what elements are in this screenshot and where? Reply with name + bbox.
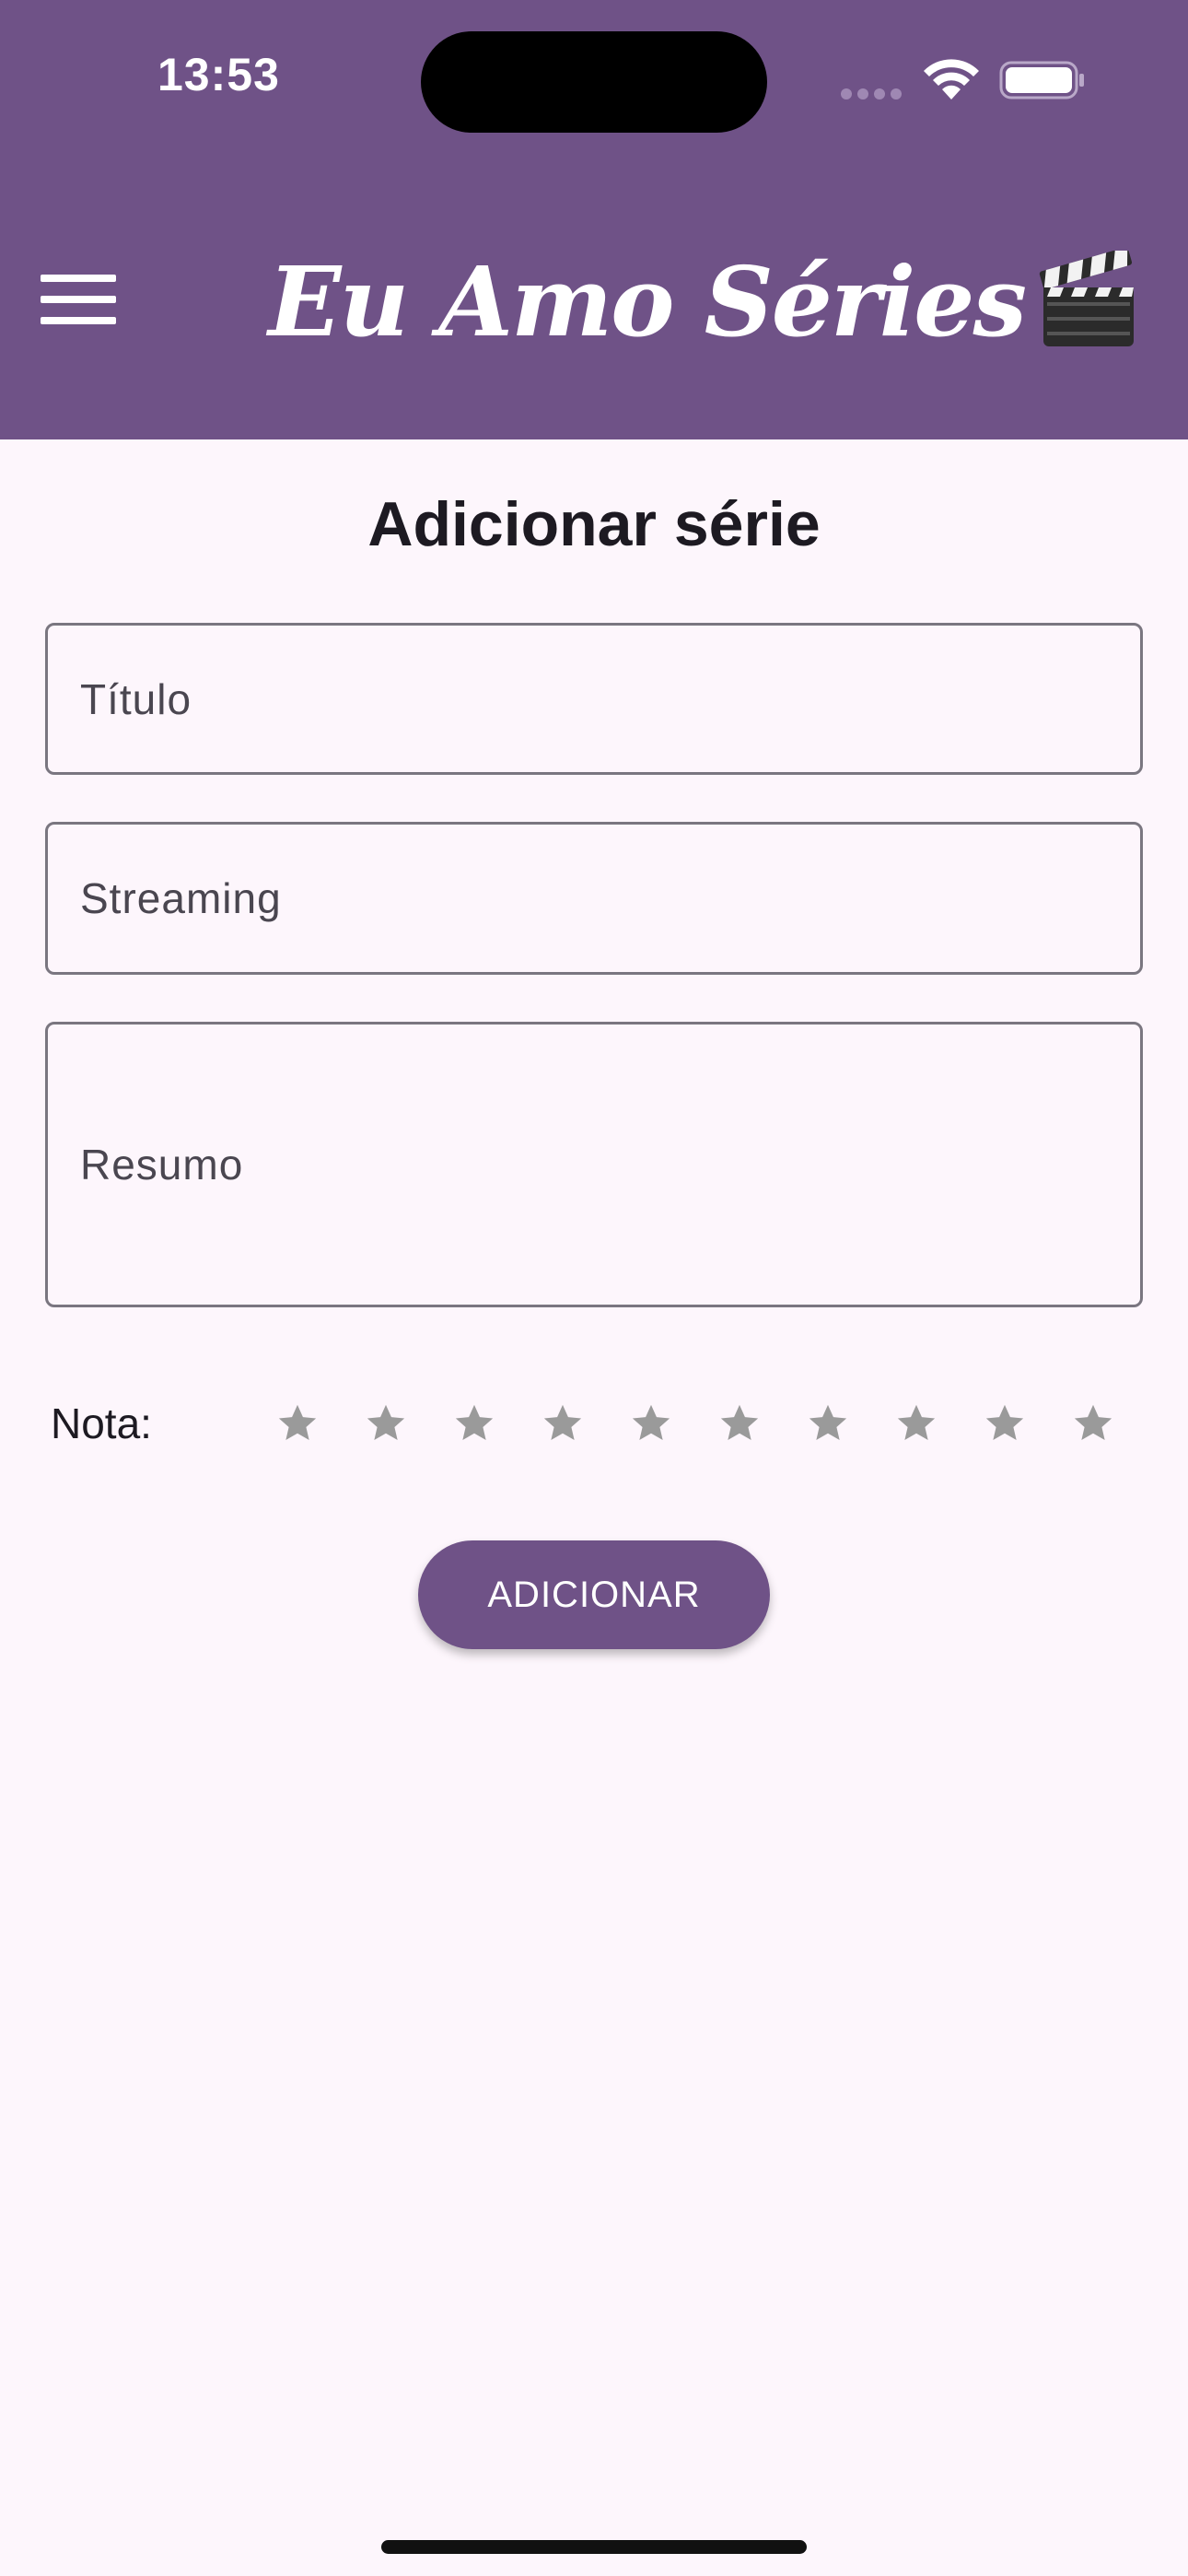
star-icon[interactable] [253,1382,342,1465]
dynamic-island [421,31,767,133]
star-icon[interactable] [961,1382,1049,1465]
clapperboard-icon [1039,251,1134,346]
battery-icon [999,61,1084,100]
rating-stars [253,1382,1137,1465]
star-icon[interactable] [695,1382,784,1465]
star-icon[interactable] [872,1382,961,1465]
wifi-icon [924,59,979,100]
star-icon[interactable] [342,1382,430,1465]
rating-label: Nota: [51,1399,152,1447]
star-icon[interactable] [518,1382,607,1465]
title-input-placeholder: Título [80,674,192,723]
cellular-signal-icon [841,87,905,101]
app-header: 13:53 Eu Amo Séries [0,0,1188,439]
add-button[interactable]: ADICIONAR [418,1540,770,1649]
streaming-input-placeholder: Streaming [80,874,282,922]
streaming-input[interactable]: Streaming [45,822,1143,975]
star-icon[interactable] [607,1382,695,1465]
summary-textarea[interactable]: Resumo [45,1022,1143,1307]
page-title: Adicionar série [367,489,821,559]
home-indicator[interactable] [381,2540,807,2554]
star-icon[interactable] [1049,1382,1137,1465]
app-brand: Eu Amo Séries [268,241,1139,361]
star-icon[interactable] [430,1382,518,1465]
status-time: 13:53 [157,49,280,100]
summary-textarea-placeholder: Resumo [80,1141,244,1188]
app-title: Eu Amo Séries [268,244,1027,358]
star-icon[interactable] [784,1382,872,1465]
rating-row: Nota: [51,1382,1137,1465]
hamburger-menu-icon[interactable] [37,267,120,332]
title-input[interactable]: Título [45,623,1143,775]
